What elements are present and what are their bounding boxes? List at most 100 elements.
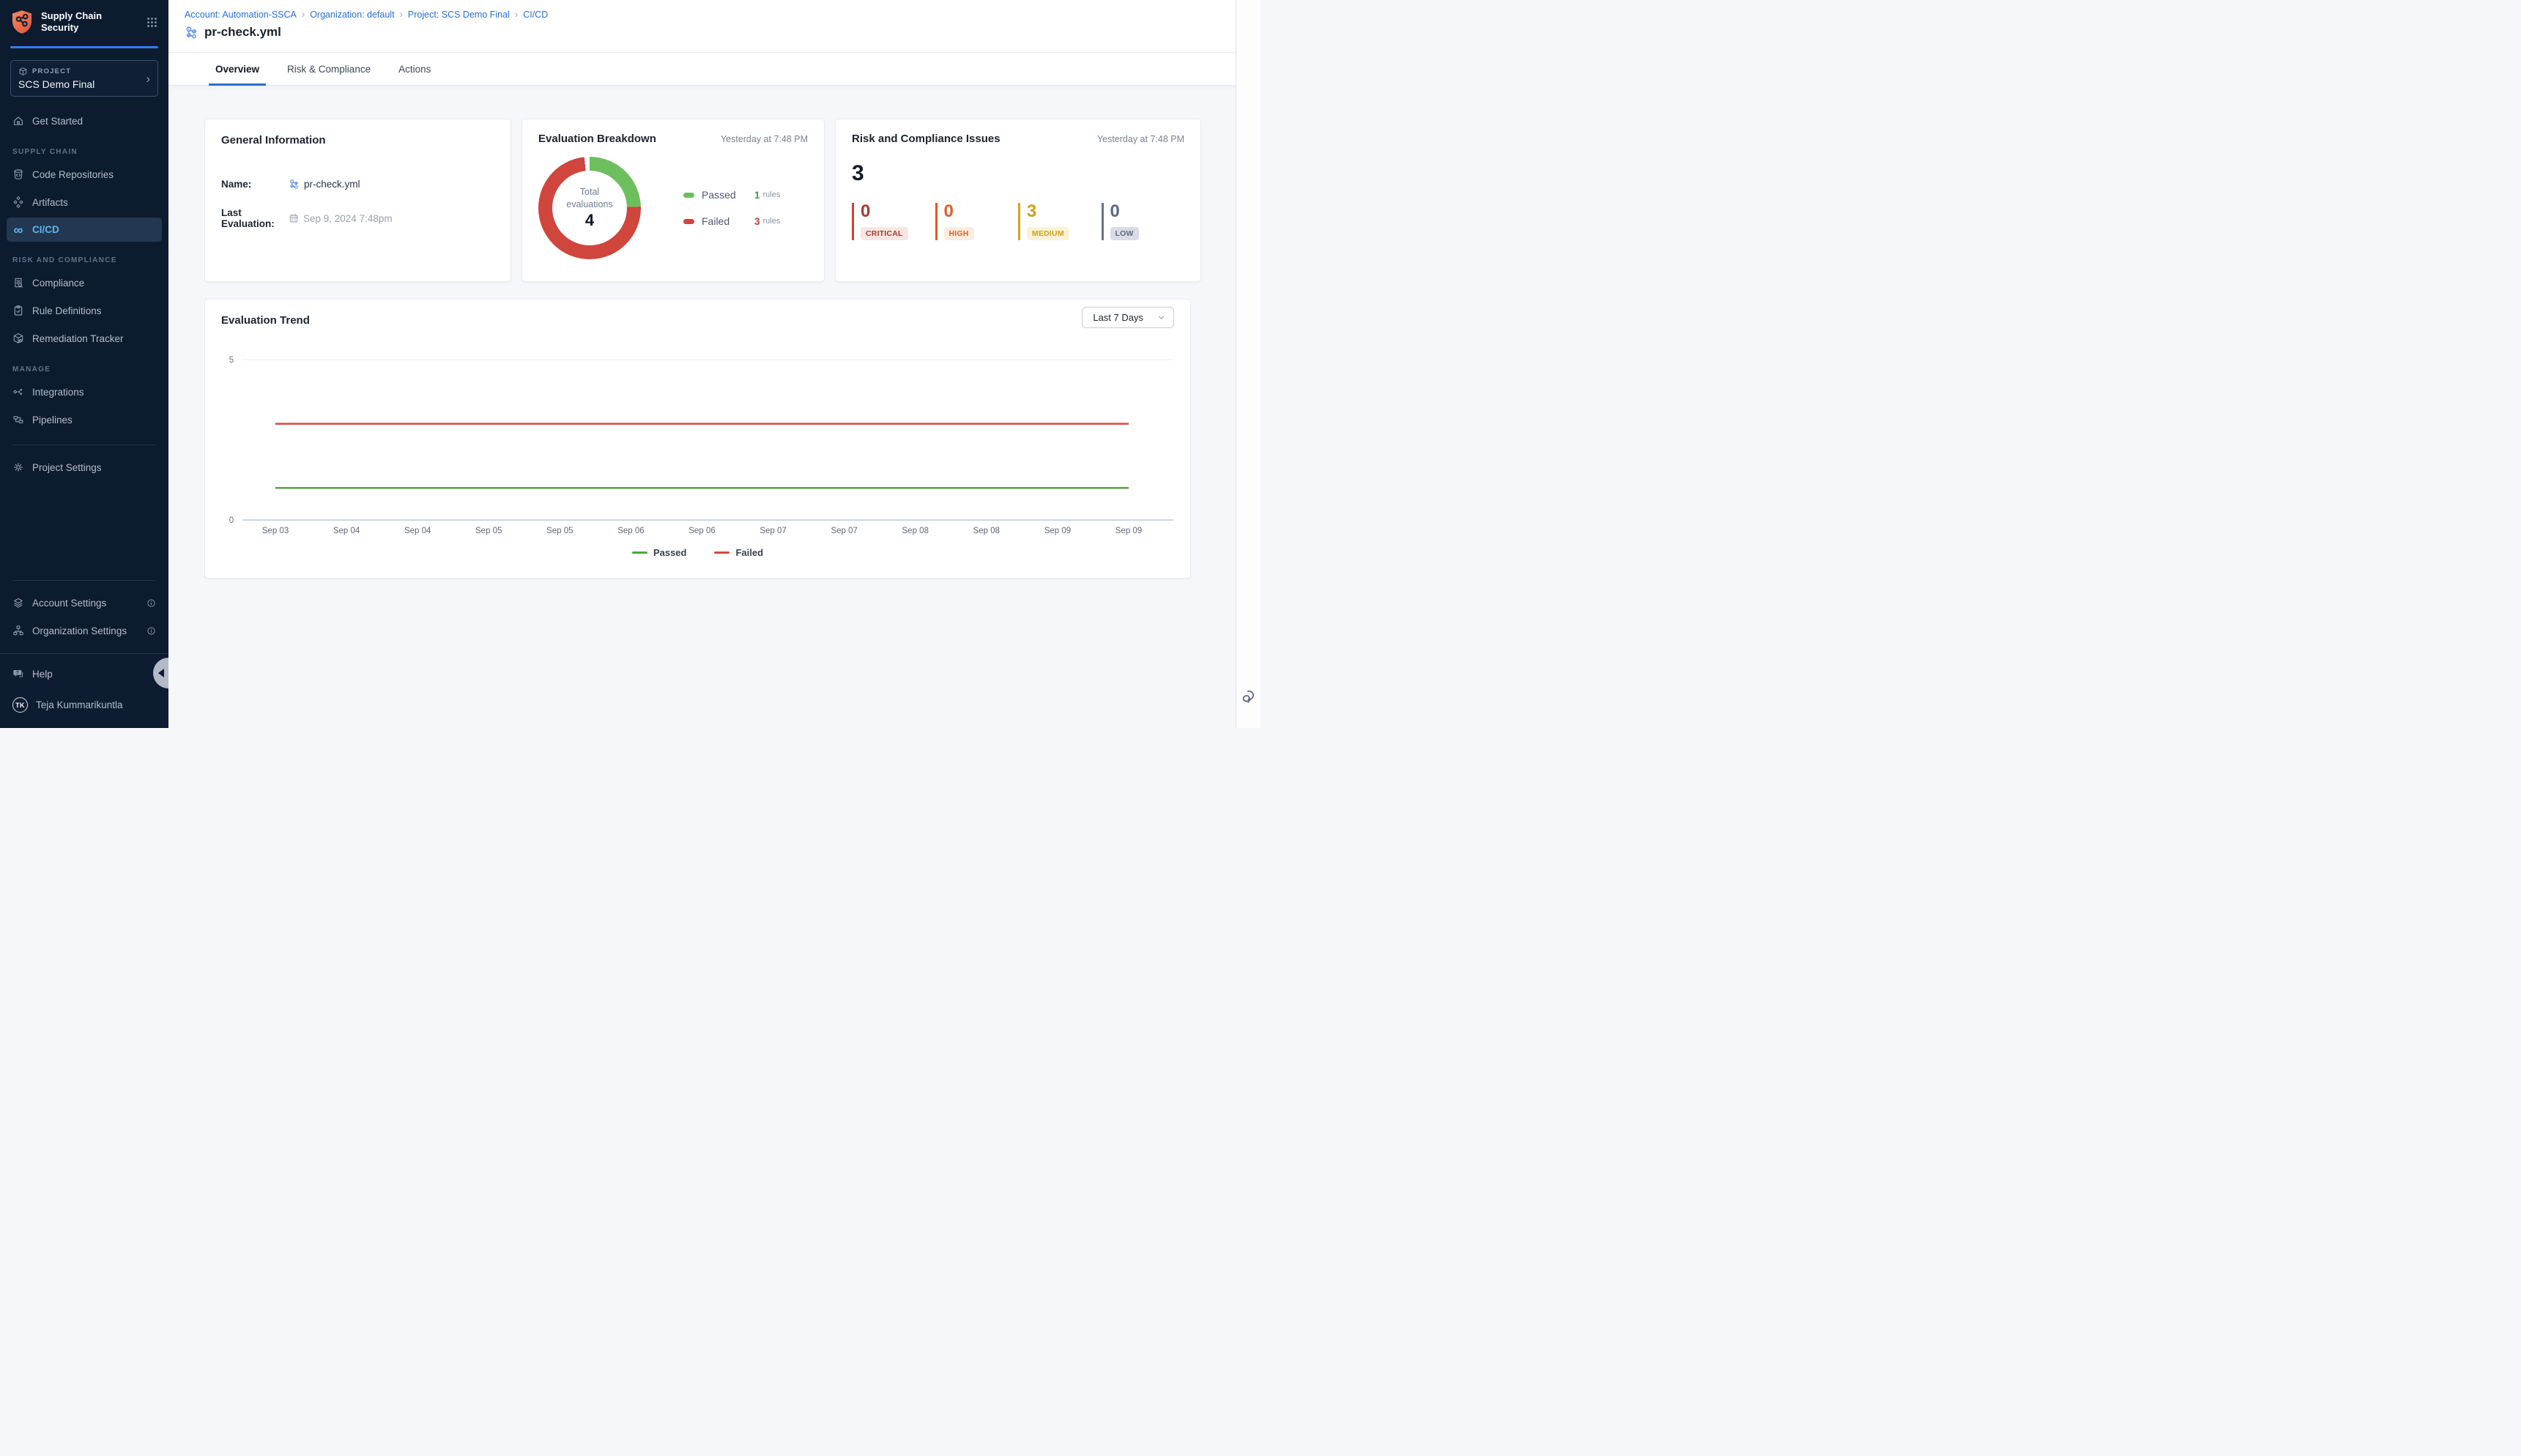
sidebar-item-label: Integrations [32,387,84,398]
sidebar-item-label: Remediation Tracker [32,333,124,344]
severity-badge: CRITICAL [861,227,908,240]
legend-label: Passed [653,547,687,558]
severity-low: 0 LOW [1102,203,1185,240]
sidebar-heading-supply-chain: SUPPLY CHAIN [12,148,156,156]
app-title-line1: Supply Chain [41,10,138,22]
help-label: Help [32,669,53,680]
org-chart-icon [12,625,24,636]
tab-actions[interactable]: Actions [392,64,437,86]
legend-unit: rules [763,190,781,199]
severity-value: 3 [1027,203,1102,220]
sidebar-item-cicd[interactable]: ∞ CI/CD [7,218,162,242]
avatar: TK [12,697,28,713]
sidebar-item-account-settings[interactable]: Account Settings [7,590,162,615]
evaluation-breakdown-card: Evaluation Breakdown Yesterday at 7:48 P… [521,119,825,282]
breadcrumb-organization[interactable]: Organization: default [310,10,394,20]
svg-text:Sep 06: Sep 06 [617,527,644,535]
donut-center-top: Total [580,186,599,198]
tab-risk-compliance[interactable]: Risk & Compliance [281,64,377,86]
chevron-down-icon [1156,313,1166,322]
sidebar-item-get-started[interactable]: Get Started [7,108,162,133]
content-area: General Information Name: pr-check.yml L… [168,86,1236,728]
donut-total-value: 4 [585,211,594,230]
sidebar-item-code-repositories[interactable]: Code Repositories [7,162,162,187]
svg-text:Sep 03: Sep 03 [262,527,289,535]
sidebar-item-project-settings[interactable]: Project Settings [7,455,162,480]
failed-dot-icon [683,219,694,224]
user-name: Teja Kummarikuntla [36,699,123,710]
sidebar-item-compliance[interactable]: Compliance [7,270,162,295]
severity-badge: HIGH [944,227,974,240]
cicd-infinity-icon: ∞ [12,226,24,234]
legend-label: Failed [702,215,754,227]
tab-overview[interactable]: Overview [209,64,266,86]
user-menu[interactable]: TK Teja Kummarikuntla [7,691,162,719]
info-icon[interactable] [146,626,156,636]
app-title-line2: Security [41,22,138,34]
legend-label: Passed [702,189,754,201]
trend-legend: Passed Failed [221,547,1174,558]
tab-bar: Overview Risk & Compliance Actions [168,52,1236,86]
trend-range-value: Last 7 Days [1093,312,1143,323]
legend-item-failed: Failed [714,547,763,558]
sidebar-item-help[interactable]: Help [7,661,162,686]
sidebar-item-label: Artifacts [32,197,68,208]
svg-text:Sep 08: Sep 08 [902,527,929,535]
clipboard-check-icon [12,305,24,316]
package-icon [12,333,24,344]
sidebar: Supply Chain Security PROJECT SCS Demo F… [0,0,168,728]
last-evaluation-value: Sep 9, 2024 7:48pm [303,213,393,224]
breadcrumb-project[interactable]: Project: SCS Demo Final [408,10,510,20]
severity-badge: MEDIUM [1027,227,1069,240]
info-icon[interactable] [146,598,156,608]
sidebar-item-label: Project Settings [32,462,102,473]
name-value: pr-check.yml [304,179,360,190]
breadcrumb-separator: › [515,9,518,20]
sidebar-item-rule-definitions[interactable]: Rule Definitions [7,298,162,323]
supply-chain-security-logo-icon [10,10,34,34]
legend-label: Failed [735,547,763,558]
legend-unit: rules [763,217,781,226]
sidebar-nav: Get Started SUPPLY CHAIN Code Repositori… [0,108,168,653]
sidebar-divider [12,580,156,581]
sidebar-item-label: Code Repositories [32,169,114,180]
app-title: Supply Chain Security [41,10,138,34]
severity-value: 0 [944,203,1019,220]
compliance-doc-icon [12,277,24,289]
project-label: PROJECT [32,67,71,75]
svg-text:Sep 04: Sep 04 [333,527,360,535]
last-evaluation-label: Last Evaluation: [221,207,289,229]
card-timestamp: Yesterday at 7:48 PM [1097,134,1184,144]
help-chat-icon [12,668,24,680]
severity-high: 0 HIGH [935,203,1019,240]
pipeline-dag-icon [289,179,300,190]
card-title: Evaluation Trend [221,314,310,327]
svg-text:Sep 09: Sep 09 [1044,527,1071,535]
sidebar-bottom-section: Help TK Teja Kummarikuntla [0,653,168,728]
risk-total-count: 3 [852,163,1184,185]
page-title: pr-check.yml [204,25,281,40]
donut-center-label: Total evaluations 4 [552,171,627,245]
project-selector[interactable]: PROJECT SCS Demo Final › [10,60,158,97]
svg-text:Sep 07: Sep 07 [760,527,786,535]
breadcrumb-separator: › [400,9,403,20]
sidebar-item-remediation-tracker[interactable]: Remediation Tracker [7,326,162,351]
risk-compliance-issues-card: Risk and Compliance Issues Yesterday at … [835,119,1201,282]
sidebar-item-artifacts[interactable]: Artifacts [7,190,162,215]
general-information-card: General Information Name: pr-check.yml L… [204,119,511,282]
sidebar-item-integrations[interactable]: Integrations [7,379,162,404]
sidebar-item-label: CI/CD [32,224,59,235]
chevron-right-icon: › [146,73,150,85]
svg-text:0: 0 [229,516,234,525]
module-grid-icon[interactable] [146,16,158,29]
chat-bubbles-icon[interactable] [1241,688,1257,705]
sidebar-item-pipelines[interactable]: Pipelines [7,407,162,432]
breadcrumb-account[interactable]: Account: Automation-SSCA [185,10,297,20]
sidebar-item-organization-settings[interactable]: Organization Settings [7,618,162,643]
sidebar-item-label: Account Settings [32,598,106,609]
svg-text:Sep 05: Sep 05 [546,527,573,535]
svg-text:Sep 07: Sep 07 [831,527,857,535]
trend-range-select[interactable]: Last 7 Days [1082,307,1174,328]
legend-value: 3 [754,216,760,227]
breadcrumb-cicd[interactable]: CI/CD [523,10,548,20]
